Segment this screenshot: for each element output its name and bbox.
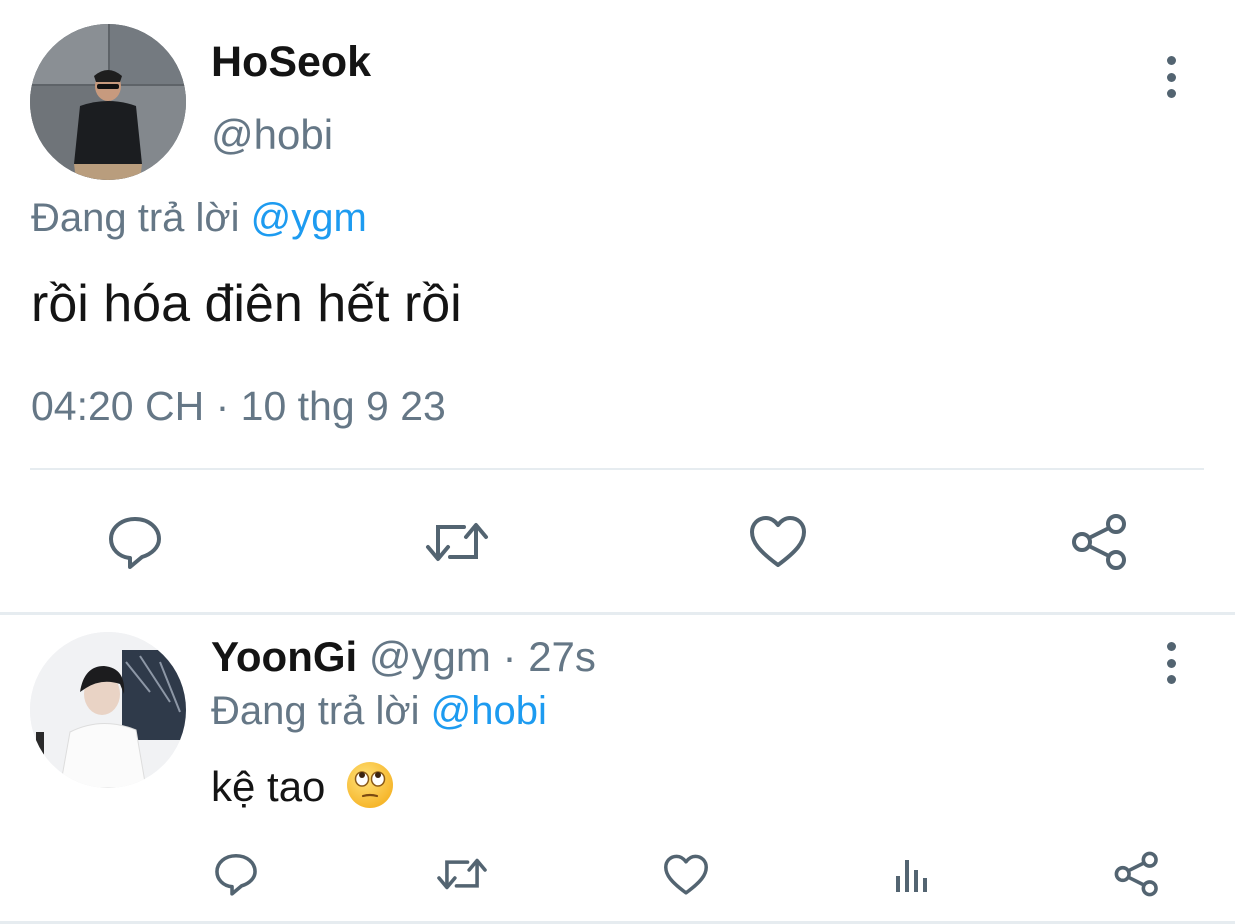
more-options-button[interactable] (1159, 642, 1183, 684)
dot-icon (1166, 658, 1176, 668)
tweet-thread-screen: HoSeok @hobi Đang trả lời @ygm rồi hóa đ… (0, 0, 1235, 924)
retweet-button[interactable] (424, 512, 490, 572)
author-name[interactable]: HoSeok (211, 38, 371, 87)
author-name[interactable]: YoonGi (211, 633, 357, 680)
mention-link[interactable]: @ygm (251, 196, 367, 240)
replying-to: Đang trả lời @ygm (31, 196, 367, 241)
author-handle[interactable]: @ygm (369, 633, 491, 680)
reply-text-line: kệ tao (211, 760, 395, 820)
avatar[interactable] (30, 632, 186, 788)
replying-prefix: Đang trả lời (31, 196, 240, 240)
views-icon (896, 860, 927, 892)
tweet-timestamp[interactable]: 04:20 CH · 10 thg 9 23 (31, 383, 446, 430)
dot-icon (1166, 72, 1176, 82)
divider (30, 468, 1204, 470)
reply-icon (215, 853, 257, 896)
views-button[interactable] (890, 852, 934, 896)
avatar[interactable] (30, 24, 186, 180)
main-tweet: HoSeok @hobi Đang trả lời @ygm rồi hóa đ… (0, 0, 1235, 612)
dot-icon (1166, 642, 1176, 651)
like-button[interactable] (662, 852, 710, 898)
author-handle[interactable]: @hobi (211, 111, 333, 159)
like-icon (664, 854, 708, 895)
replying-prefix: Đang trả lời (211, 689, 420, 733)
reply-button[interactable] (212, 850, 260, 898)
share-icon (1114, 851, 1158, 897)
share-button[interactable] (1070, 512, 1130, 572)
dot-icon (1166, 89, 1176, 98)
like-button[interactable] (748, 512, 808, 572)
section-divider (0, 612, 1235, 615)
meta-separator: · (502, 633, 517, 680)
like-icon (750, 516, 806, 567)
time-ago[interactable]: 27s (528, 633, 596, 680)
mention-link[interactable]: @hobi (431, 689, 547, 733)
share-icon (1072, 514, 1126, 570)
avatar-photo-icon (30, 632, 186, 788)
avatar-photo-icon (30, 24, 186, 180)
dot-icon (1166, 675, 1176, 684)
reply-button[interactable] (104, 512, 166, 572)
share-button[interactable] (1112, 850, 1162, 898)
retweet-icon (426, 523, 488, 561)
more-options-button[interactable] (1159, 56, 1183, 98)
replying-to: Đang trả lời @hobi (211, 689, 547, 734)
dot-icon (1166, 56, 1176, 65)
retweet-icon (437, 858, 487, 890)
reply-header: YoonGi @ygm · 27s (211, 633, 596, 681)
tweet-text: rồi hóa điên hết rồi (31, 275, 462, 333)
reply-icon (109, 517, 161, 569)
tweet-text: kệ tao (211, 763, 326, 811)
retweet-button[interactable] (434, 850, 490, 898)
face-with-rolling-eyes-icon (345, 760, 395, 820)
